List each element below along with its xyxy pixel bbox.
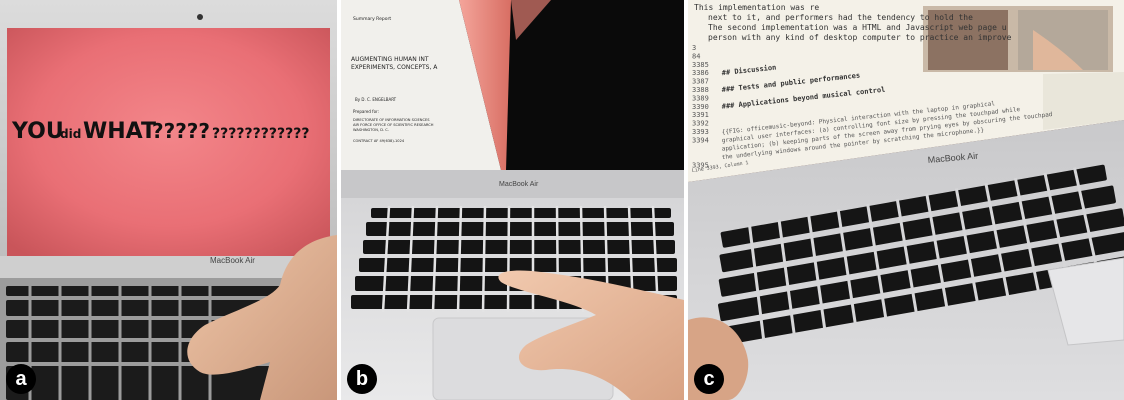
panel-a-photo: YOU did WHAT ????? ???????????? MacBook … — [0, 0, 337, 400]
panel-label-a: a — [6, 364, 36, 394]
doc-prepared-for: Prepared for: — [353, 109, 379, 114]
editor-top-line2: next to it, and performers had the tende… — [708, 13, 973, 22]
panel-a-scene: YOU did WHAT ????? ???????????? MacBook … — [0, 0, 337, 400]
editor-line-number: 3386 — [692, 69, 709, 77]
screen-word-you: YOU — [11, 119, 64, 144]
doc-title-line1: AUGMENTING HUMAN INT — [351, 56, 429, 63]
editor-line-number: 84 — [692, 52, 700, 60]
doc-header: Summary Report — [353, 16, 391, 22]
editor-line-number: 3387 — [692, 78, 709, 86]
doc-title-line2: EXPERIMENTS, CONCEPTS, A — [351, 64, 438, 71]
editor-line-number: 3393 — [692, 128, 709, 136]
brand-label-a: MacBook Air — [210, 256, 255, 265]
doc-contract: CONTRACT AF 49(638)-1024 — [353, 139, 405, 143]
screen-small-question-marks: ???????????? — [212, 126, 309, 142]
brand-label-b: MacBook Air — [499, 181, 539, 188]
screen-question-marks: ????? — [152, 119, 210, 143]
doc-author: By D. C. ENGELBART — [355, 97, 397, 102]
editor-line-number: 3 — [692, 44, 696, 52]
doc-org-line2: AIR FORCE OFFICE OF SCIENTIFIC RESEARCH — [353, 123, 434, 127]
screen-word-what: WHAT — [83, 119, 156, 144]
screen-word-did: did — [60, 127, 81, 141]
panel-label-c: c — [694, 364, 724, 394]
camera-icon — [197, 14, 203, 20]
panel-b-scene: Summary Report AUGMENTING HUMAN INT EXPE… — [341, 0, 684, 400]
panel-c-scene: This implementation was re next to it, a… — [688, 0, 1124, 400]
editor-line-number: 3392 — [692, 120, 709, 128]
figure-panels: YOU did WHAT ????? ???????????? MacBook … — [0, 0, 1124, 400]
panel-c-photo: This implementation was re next to it, a… — [688, 0, 1124, 400]
editor-line-number: 3391 — [692, 111, 709, 119]
doc-org-line1: DIRECTORATE OF INFORMATION SCIENCES — [353, 118, 430, 122]
panel-b-photo: Summary Report AUGMENTING HUMAN INT EXPE… — [341, 0, 684, 400]
editor-top-line3: The second implementation was a HTML and… — [708, 23, 1007, 32]
editor-top-line1: This implementation was re — [694, 3, 819, 12]
editor-line-number: 3389 — [692, 94, 709, 102]
editor-top-line4: person with any kind of desktop computer… — [708, 33, 1012, 42]
panel-label-b: b — [347, 364, 377, 394]
editor-line-number: 3385 — [692, 61, 709, 69]
doc-org-line3: WASHINGTON, D. C. — [353, 128, 389, 132]
editor-line-number: 3388 — [692, 86, 709, 94]
editor-line-number: 3390 — [692, 103, 709, 111]
editor-line-number: 3394 — [692, 136, 709, 144]
